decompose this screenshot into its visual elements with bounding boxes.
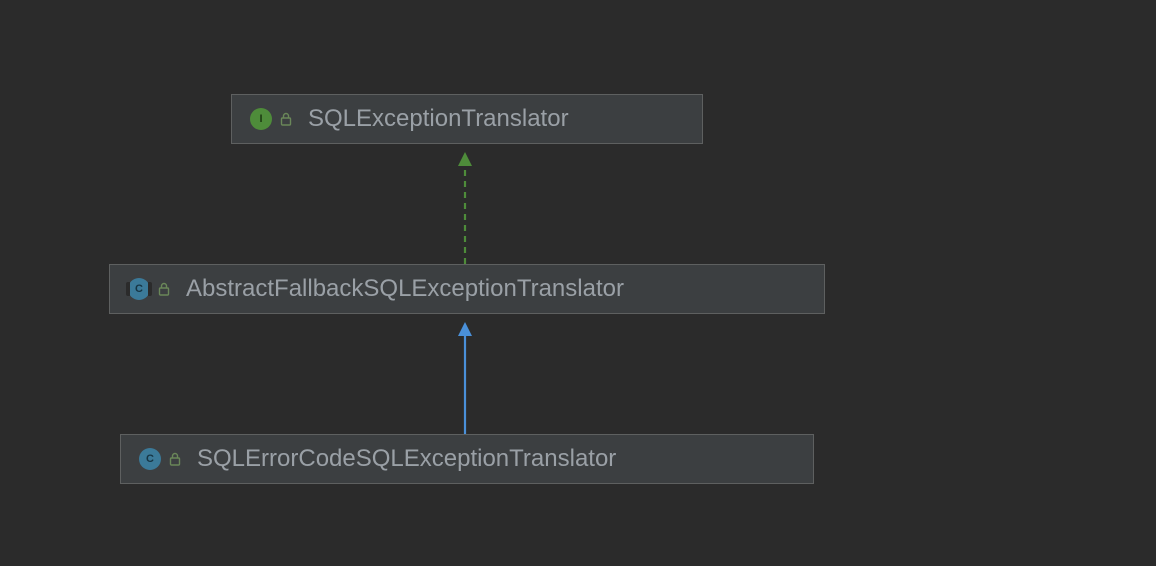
lock-icon	[169, 452, 181, 466]
lock-icon	[158, 282, 170, 296]
connector-n2-n1	[455, 322, 475, 434]
lock-icon	[280, 112, 292, 126]
class-name-label: AbstractFallbackSQLExceptionTranslator	[186, 275, 624, 303]
interface-type-icon: I	[250, 108, 272, 130]
diagram-node-n1[interactable]: C AbstractFallbackSQLExceptionTranslator	[109, 264, 825, 314]
diagram-node-n2[interactable]: C SQLErrorCodeSQLExceptionTranslator	[120, 434, 814, 484]
diagram-node-n0[interactable]: I SQLExceptionTranslator	[231, 94, 703, 144]
connector-n1-n0	[455, 152, 475, 264]
class-type-icon: C	[139, 448, 161, 470]
class-name-label: SQLErrorCodeSQLExceptionTranslator	[197, 445, 616, 473]
abstract-class-type-icon: C	[128, 278, 150, 300]
class-name-label: SQLExceptionTranslator	[308, 105, 569, 133]
